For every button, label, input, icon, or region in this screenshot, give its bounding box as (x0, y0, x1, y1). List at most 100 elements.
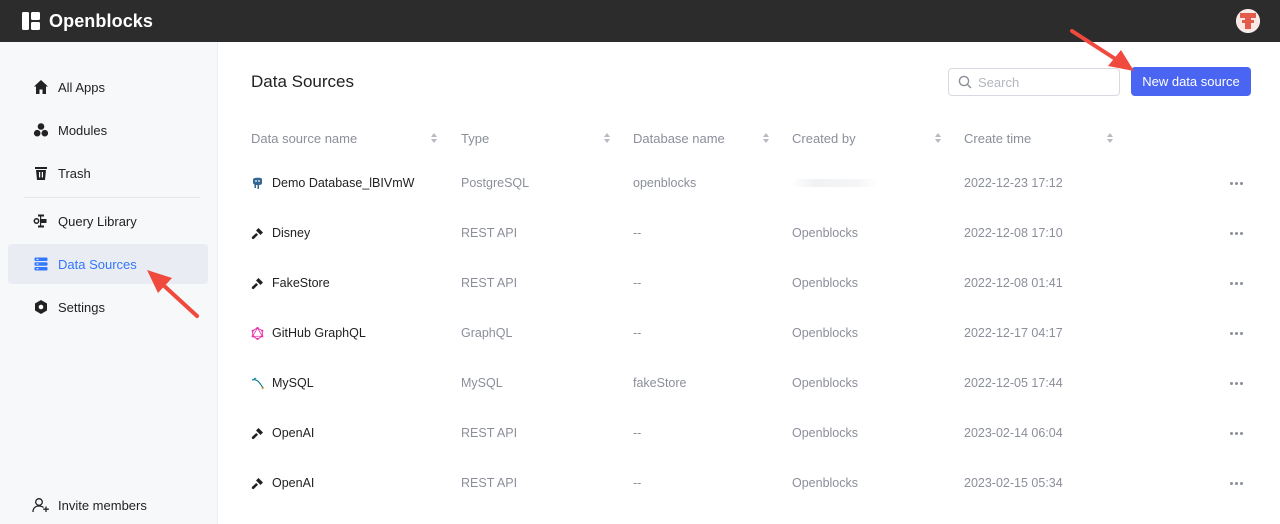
cell-name: FakeStore (251, 258, 330, 308)
table-row[interactable]: OpenAI REST API -- Openblocks 2023-02-14… (251, 408, 1251, 458)
cell-name: OpenAI (251, 458, 314, 508)
table-row[interactable]: Demo Database_lBIVmW PostgreSQL openbloc… (251, 158, 1251, 208)
sort-icon (935, 133, 941, 143)
sidebar-item-all-apps[interactable]: All Apps (8, 67, 208, 107)
graphql-icon (251, 326, 264, 340)
home-icon (32, 78, 50, 96)
sidebar-item-label: Settings (58, 299, 105, 315)
more-actions-icon[interactable] (1229, 208, 1244, 258)
cell-create-time: 2022-12-17 04:17 (964, 326, 1063, 340)
sidebar-item-label: All Apps (58, 79, 105, 95)
table-row[interactable]: OpenAI REST API -- Openblocks 2023-02-15… (251, 458, 1251, 508)
column-header-type[interactable]: Type (461, 130, 610, 146)
more-actions-icon[interactable] (1229, 408, 1244, 458)
cell-name: Demo Database_lBIVmW (251, 158, 414, 208)
cell-database: -- (633, 326, 642, 340)
invite-members-label: Invite members (58, 497, 147, 513)
cell-name: MySQL (251, 358, 314, 408)
top-bar: Openblocks (0, 0, 1280, 42)
rest-api-icon (251, 227, 264, 240)
sidebar-divider (24, 197, 200, 198)
cell-database: -- (633, 476, 642, 490)
cell-type: REST API (461, 476, 518, 490)
sidebar-item-trash[interactable]: Trash (8, 153, 208, 193)
cell-created-by: Openblocks (792, 326, 859, 340)
redacted-creator (792, 179, 878, 187)
cell-type: PostgreSQL (461, 176, 530, 190)
cell-create-time: 2022-12-08 01:41 (964, 276, 1063, 290)
modules-icon (32, 121, 50, 139)
column-header-database[interactable]: Database name (633, 130, 769, 146)
data-sources-icon (32, 255, 50, 273)
cell-create-time: 2022-12-08 17:10 (964, 226, 1063, 240)
rest-api-icon (251, 427, 264, 440)
search-box[interactable] (948, 68, 1120, 96)
table-row[interactable]: GitHub GraphQL GraphQL -- Openblocks 202… (251, 308, 1251, 358)
column-header-name[interactable]: Data source name (251, 130, 437, 146)
query-library-icon (32, 212, 50, 230)
sort-icon (763, 133, 769, 143)
settings-icon (32, 298, 50, 316)
sidebar-item-label: Modules (58, 122, 108, 138)
more-actions-icon[interactable] (1229, 458, 1244, 508)
app-logo[interactable]: Openblocks (22, 11, 153, 32)
cell-name: Disney (251, 208, 310, 258)
cell-created-by: Openblocks (792, 376, 859, 390)
postgresql-icon (251, 177, 264, 190)
cell-created-by: Openblocks (792, 226, 859, 240)
table-row[interactable]: FakeStore REST API -- Openblocks 2022-12… (251, 258, 1251, 308)
openblocks-logo-icon (22, 12, 40, 30)
add-user-icon (32, 496, 50, 514)
cell-database: -- (633, 276, 642, 290)
sidebar: All Apps Modules Trash Query Library Dat… (0, 42, 218, 524)
sidebar-item-data-sources[interactable]: Data Sources (8, 244, 208, 284)
search-icon (958, 75, 972, 89)
main-content: Data Sources New data source Data source… (219, 42, 1280, 524)
sort-icon (431, 133, 437, 143)
cell-type: MySQL (461, 376, 503, 390)
sidebar-item-modules[interactable]: Modules (8, 110, 208, 150)
cell-create-time: 2023-02-14 06:04 (964, 426, 1063, 440)
table-row[interactable]: Disney REST API -- Openblocks 2022-12-08… (251, 208, 1251, 258)
invite-members-button[interactable]: Invite members (8, 485, 208, 524)
cell-type: REST API (461, 426, 518, 440)
sort-icon (604, 133, 610, 143)
cell-created-by: Openblocks (792, 276, 859, 290)
column-header-created-by[interactable]: Created by (792, 130, 941, 146)
more-actions-icon[interactable] (1229, 308, 1244, 358)
cell-database: -- (633, 426, 642, 440)
cell-create-time: 2022-12-23 17:12 (964, 176, 1063, 190)
cell-database: -- (633, 226, 642, 240)
table-row[interactable]: MySQL MySQL fakeStore Openblocks 2022-12… (251, 358, 1251, 408)
cell-type: REST API (461, 226, 518, 240)
table-header: Data source name Type Database name Crea… (251, 130, 1251, 146)
user-avatar[interactable] (1236, 9, 1260, 33)
cell-name: OpenAI (251, 408, 314, 458)
sidebar-item-label: Data Sources (58, 256, 137, 272)
cell-type: GraphQL (461, 326, 513, 340)
cell-created-by (792, 158, 878, 208)
cell-created-by: Openblocks (792, 476, 859, 490)
cell-create-time: 2022-12-05 17:44 (964, 376, 1063, 390)
page-title: Data Sources (251, 72, 354, 91)
rest-api-icon (251, 277, 264, 290)
cell-create-time: 2023-02-15 05:34 (964, 476, 1063, 490)
cell-database: openblocks (633, 176, 697, 190)
new-data-source-button[interactable]: New data source (1131, 67, 1251, 96)
search-input[interactable] (978, 74, 1108, 90)
cell-type: REST API (461, 276, 518, 290)
mysql-icon (251, 377, 264, 390)
cell-name: GitHub GraphQL (251, 308, 366, 358)
more-actions-icon[interactable] (1229, 258, 1244, 308)
sidebar-item-label: Query Library (58, 213, 137, 229)
more-actions-icon[interactable] (1229, 358, 1244, 408)
more-actions-icon[interactable] (1229, 158, 1244, 208)
sidebar-item-query-library[interactable]: Query Library (8, 201, 208, 241)
avatar-icon (1236, 9, 1260, 33)
app-name: Openblocks (49, 10, 154, 31)
sort-icon (1107, 133, 1113, 143)
trash-icon (32, 164, 50, 182)
sidebar-item-settings[interactable]: Settings (8, 287, 208, 327)
column-header-create-time[interactable]: Create time (964, 130, 1113, 146)
sidebar-item-label: Trash (58, 165, 91, 181)
